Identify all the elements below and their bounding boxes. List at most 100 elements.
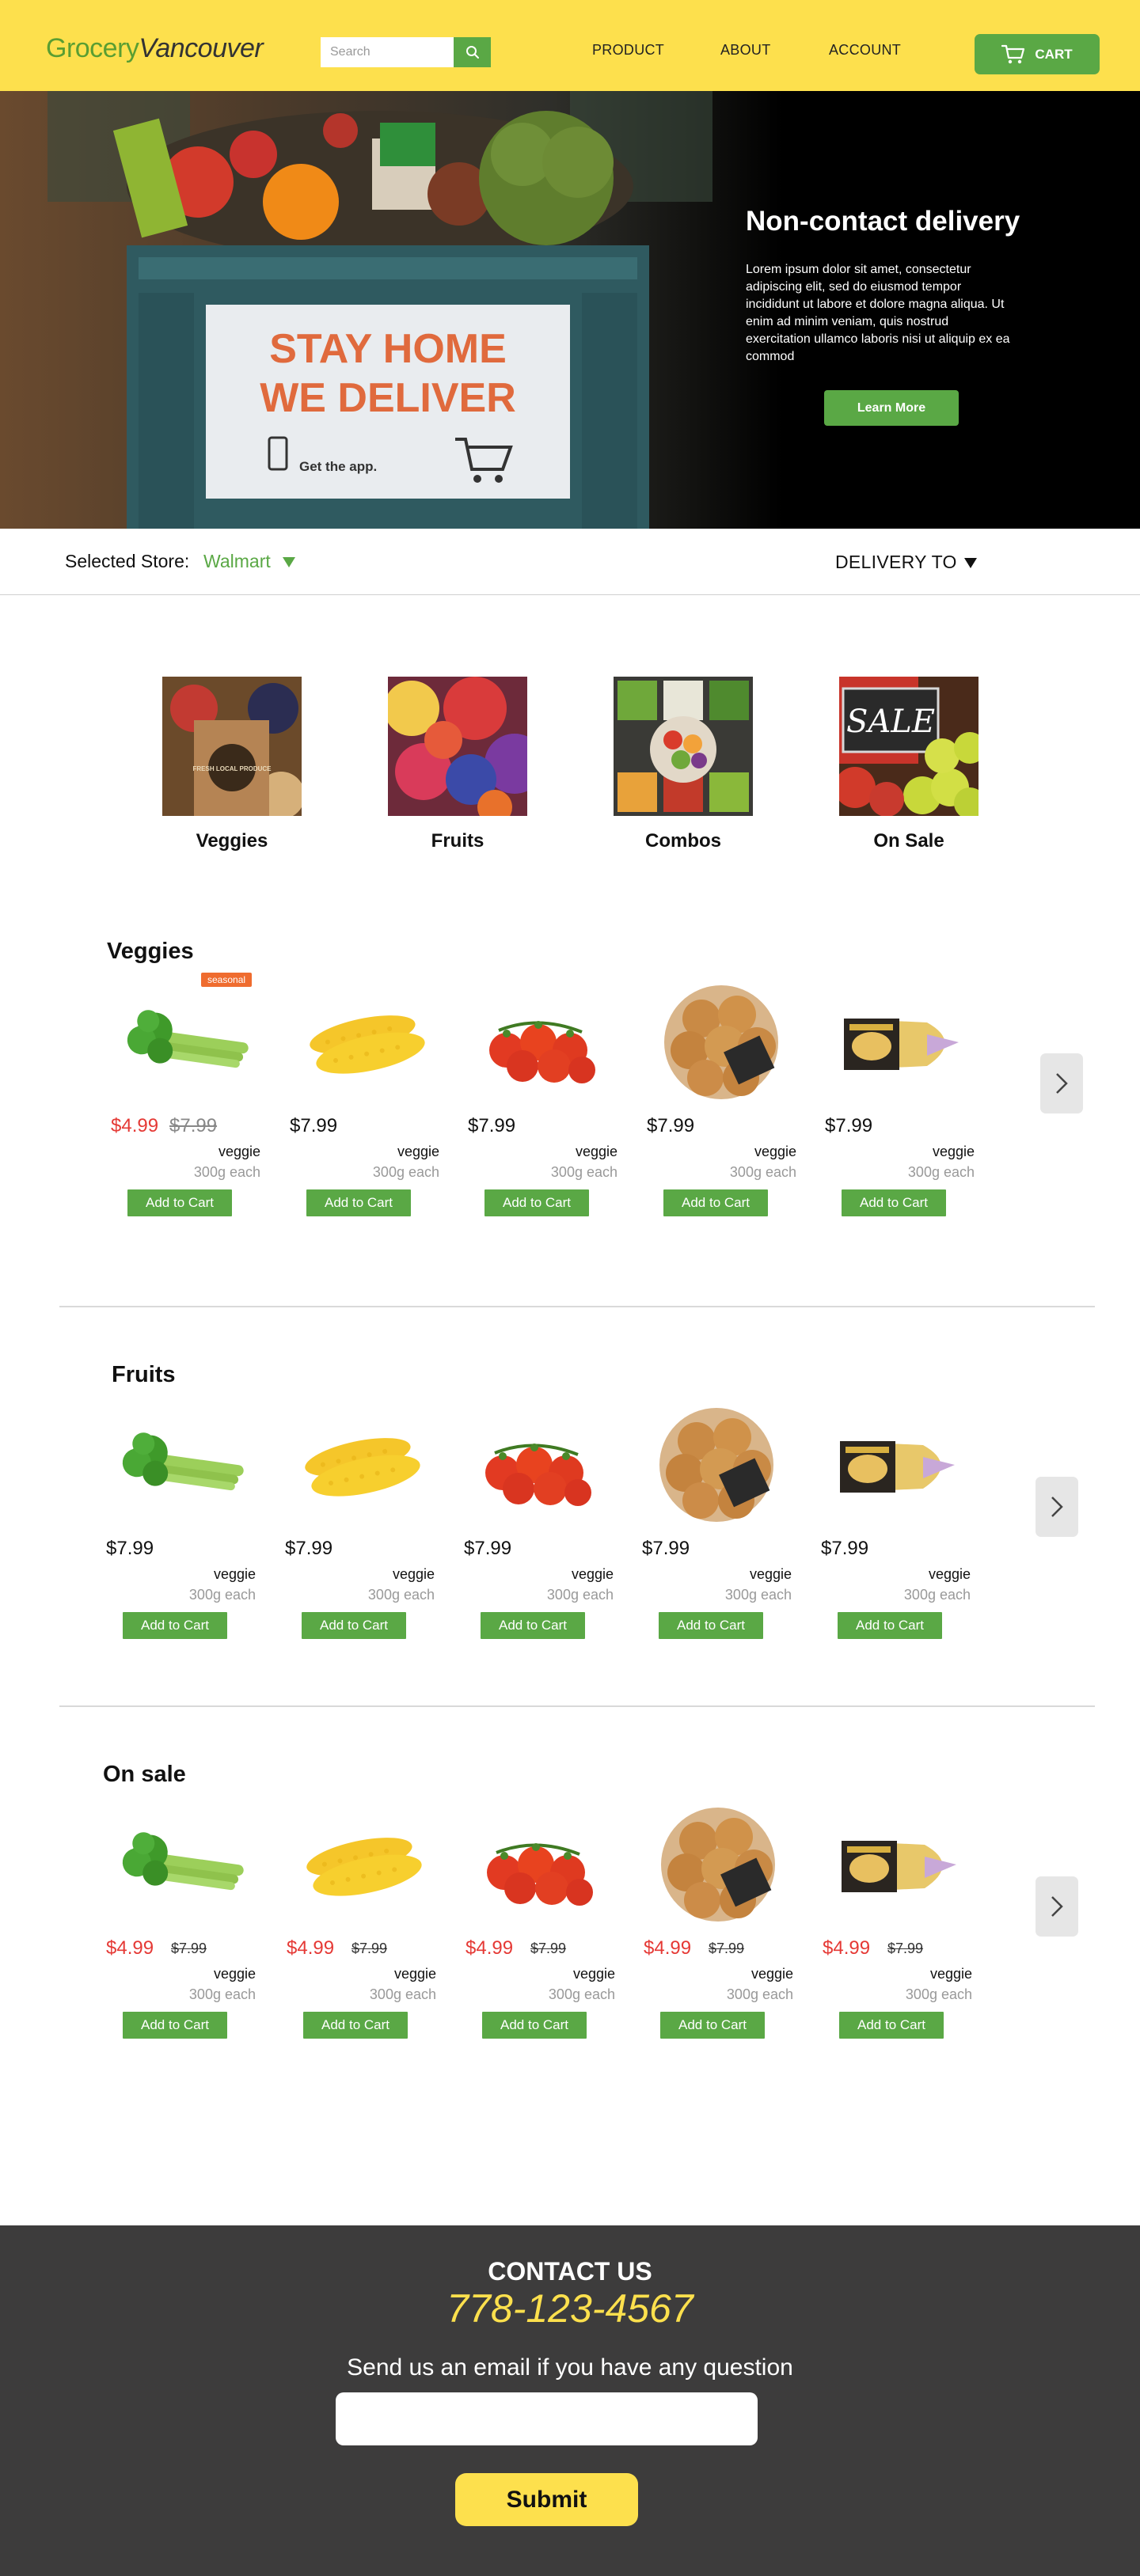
category-on-sale-image: SALE	[839, 677, 978, 816]
hero-banner: STAY HOME WE DELIVER Get the app. Non-co…	[0, 91, 1140, 529]
product-image-potatoes[interactable]	[816, 1402, 975, 1528]
add-to-cart-button[interactable]: Add to Cart	[481, 1612, 585, 1639]
original-price: $7.99	[171, 1941, 207, 1956]
hero-crate-illustration: STAY HOME WE DELIVER Get the app.	[48, 91, 712, 529]
product-card: $7.99 veggie 300g each Add to Cart	[101, 1402, 260, 1639]
contact-note: Send us an email if you have any questio…	[347, 2354, 793, 2381]
product-price: $7.99	[290, 1115, 338, 1136]
product-image-potatoes[interactable]	[818, 1801, 976, 1928]
product-weight: 300g each	[729, 1164, 796, 1180]
logo-text-vancouver: Vancouver	[139, 33, 264, 63]
product-card: $4.99 $7.99 veggie 300g each Add to Cart	[818, 1801, 976, 2039]
product-card: $4.99 $7.99 veggie 300g each Add to Cart	[282, 1801, 440, 2039]
cart-label: CART	[1035, 46, 1073, 62]
product-card: $4.99 $7.99 veggie 300g each Add to Cart	[461, 1801, 619, 2039]
add-to-cart-button[interactable]: Add to Cart	[839, 2012, 944, 2039]
product-type: veggie	[397, 1144, 439, 1159]
product-image-corn[interactable]	[280, 1402, 439, 1528]
add-to-cart-button[interactable]: Add to Cart	[302, 1612, 406, 1639]
add-to-cart-button[interactable]: Add to Cart	[303, 2012, 408, 2039]
search-button[interactable]	[454, 37, 491, 67]
category-fruits[interactable]: Fruits	[388, 677, 527, 852]
product-image-celery[interactable]	[106, 979, 264, 1106]
product-image-corn[interactable]	[282, 1801, 440, 1928]
add-to-cart-button[interactable]: Add to Cart	[123, 1612, 227, 1639]
product-weight: 300g each	[369, 1986, 436, 2002]
chevron-right-icon	[1051, 1896, 1063, 1917]
add-to-cart-button[interactable]: Add to Cart	[123, 2012, 227, 2039]
product-image-corn[interactable]	[285, 979, 443, 1106]
category-label: Fruits	[431, 830, 484, 852]
product-image-tomatoes[interactable]	[461, 1801, 619, 1928]
product-card: $7.99 veggie 300g each Add to Cart	[637, 1402, 796, 1639]
sale-price: $4.99	[466, 1937, 514, 1959]
carousel-next-button[interactable]	[1036, 1876, 1078, 1937]
category-combos[interactable]: Combos	[614, 677, 753, 852]
category-veggies-image: FRESH LOCAL PRODUCE	[162, 677, 302, 816]
learn-more-button[interactable]: Learn More	[824, 390, 959, 426]
dropdown-caret-icon[interactable]	[283, 557, 295, 567]
carousel-next-button[interactable]	[1040, 1053, 1083, 1113]
selected-store-dropdown[interactable]: Walmart	[203, 551, 271, 572]
product-image-celery[interactable]	[101, 1801, 260, 1928]
cart-button[interactable]: CART	[975, 34, 1100, 74]
section-title-fruits: Fruits	[112, 1362, 176, 1387]
add-to-cart-button[interactable]: Add to Cart	[659, 1612, 763, 1639]
site-logo[interactable]: GroceryVancouver	[46, 33, 264, 64]
product-image-potatoes[interactable]	[820, 979, 978, 1106]
add-to-cart-button[interactable]: Add to Cart	[663, 1189, 768, 1216]
product-type: veggie	[929, 1966, 972, 1982]
product-weight: 300g each	[367, 1587, 435, 1603]
product-image-onions[interactable]	[637, 1402, 796, 1528]
hero-description: Lorem ipsum dolor sit amet, consectetur …	[746, 263, 1010, 363]
add-to-cart-button[interactable]: Add to Cart	[482, 2012, 587, 2039]
category-veggies-bag-text: FRESH LOCAL PRODUCE	[193, 765, 272, 772]
product-image-onions[interactable]	[642, 979, 800, 1106]
hero-image-text-we-deliver: WE DELIVER	[260, 375, 516, 421]
product-card: $4.99 $7.99 veggie 300g each Add to Cart	[101, 1801, 260, 2039]
category-sale-sign-text: SALE	[846, 704, 935, 740]
product-price: $7.99	[285, 1538, 333, 1559]
search-input[interactable]	[321, 37, 454, 67]
submit-button[interactable]: Submit	[455, 2473, 638, 2526]
product-image-tomatoes[interactable]	[463, 979, 621, 1106]
category-veggies[interactable]: FRESH LOCAL PRODUCE Veggies	[162, 677, 302, 852]
product-type: veggie	[393, 1966, 436, 1982]
add-to-cart-button[interactable]: Add to Cart	[484, 1189, 589, 1216]
category-fruits-image	[388, 677, 527, 816]
delivery-to-dropdown[interactable]: DELIVERY TO	[835, 552, 957, 573]
original-price: $7.99	[887, 1941, 924, 1956]
product-weight: 300g each	[550, 1164, 618, 1180]
original-price: $7.99	[709, 1941, 745, 1956]
product-type: veggie	[932, 1144, 975, 1159]
section-divider	[59, 1306, 1095, 1307]
nav-account[interactable]: ACCOUNT	[829, 42, 901, 59]
product-price: $7.99	[825, 1115, 873, 1136]
original-price: $7.99	[169, 1115, 218, 1136]
nav-about[interactable]: ABOUT	[720, 42, 771, 59]
email-input[interactable]	[336, 2392, 758, 2445]
product-weight: 300g each	[193, 1164, 260, 1180]
nav-product[interactable]: PRODUCT	[592, 42, 664, 59]
dropdown-caret-icon[interactable]	[964, 558, 977, 568]
sale-price: $4.99	[106, 1937, 154, 1959]
product-card: $7.99 veggie 300g each Add to Cart	[285, 979, 443, 1216]
sale-price: $4.99	[111, 1115, 159, 1136]
product-type: veggie	[749, 1566, 792, 1582]
add-to-cart-button[interactable]: Add to Cart	[842, 1189, 946, 1216]
add-to-cart-button[interactable]: Add to Cart	[306, 1189, 411, 1216]
product-image-celery[interactable]	[101, 1402, 260, 1528]
product-image-tomatoes[interactable]	[459, 1402, 618, 1528]
category-on-sale[interactable]: SALE On Sale	[839, 677, 978, 852]
carousel-next-button[interactable]	[1036, 1477, 1078, 1537]
add-to-cart-button[interactable]: Add to Cart	[660, 2012, 765, 2039]
product-card: $7.99 veggie 300g each Add to Cart	[816, 1402, 975, 1639]
product-weight: 300g each	[188, 1986, 256, 2002]
add-to-cart-button[interactable]: Add to Cart	[838, 1612, 942, 1639]
product-type: veggie	[575, 1144, 618, 1159]
add-to-cart-button[interactable]: Add to Cart	[127, 1189, 232, 1216]
product-image-onions[interactable]	[639, 1801, 797, 1928]
contact-phone[interactable]: 778-123-4567	[0, 2286, 1140, 2331]
store-selector-bar: Selected Store: Walmart DELIVERY TO	[0, 529, 1140, 595]
contact-title: CONTACT US	[488, 2257, 652, 2286]
